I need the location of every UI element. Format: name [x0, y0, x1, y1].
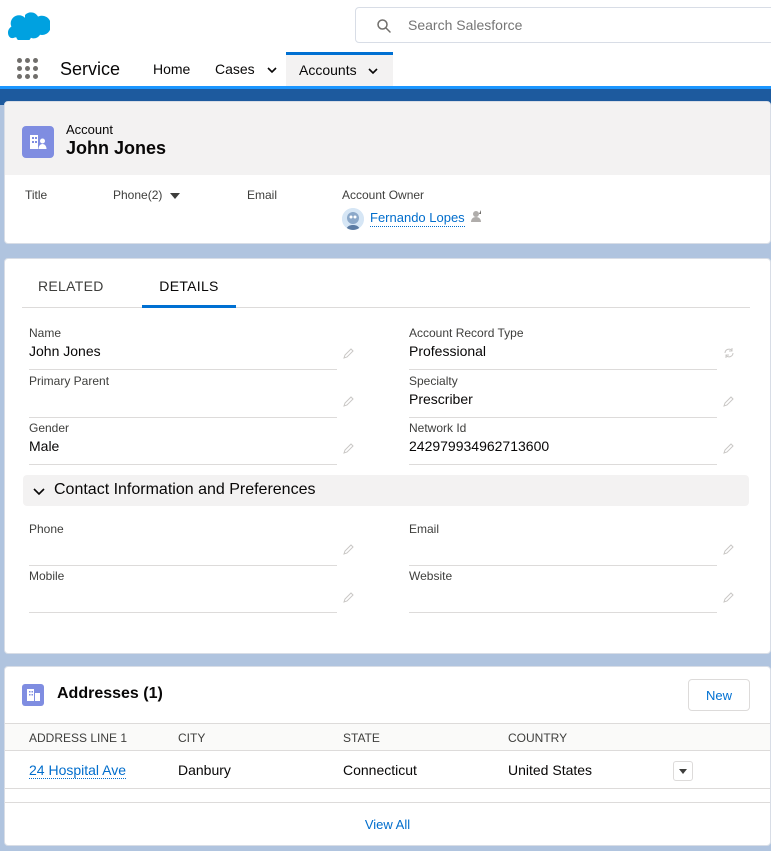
change-owner-icon[interactable]: [470, 209, 484, 223]
field-label: Primary Parent: [29, 374, 110, 388]
tab-related[interactable]: RELATED: [38, 271, 104, 308]
field-name: Name John Jones: [29, 326, 337, 370]
record-title: John Jones: [66, 138, 167, 158]
entity-label: Account: [66, 122, 113, 137]
view-all-footer: View All: [5, 802, 770, 846]
cell-state: Connecticut: [343, 762, 417, 778]
nav-item-home[interactable]: Home: [153, 52, 190, 86]
column-header-city[interactable]: CITY: [178, 731, 205, 745]
field-mobile: Mobile: [29, 569, 337, 613]
edit-pencil-icon[interactable]: [723, 442, 735, 454]
column-header-country[interactable]: COUNTRY: [508, 731, 567, 745]
caret-down-icon: [679, 769, 687, 774]
table-row: 24 Hospital Ave Danbury Connecticut Unit…: [5, 751, 770, 789]
cell-city: Danbury: [178, 762, 231, 778]
field-value: Male: [29, 438, 60, 454]
record-tabs: RELATED DETAILS: [22, 271, 750, 308]
edit-pencil-icon[interactable]: [343, 543, 355, 555]
global-search[interactable]: [355, 7, 771, 43]
chevron-down-icon[interactable]: [368, 66, 379, 76]
edit-pencil-icon[interactable]: [343, 347, 355, 359]
owner-link[interactable]: Fernando Lopes: [370, 210, 465, 227]
search-input[interactable]: [408, 8, 708, 42]
highlight-phone-label: Phone(2): [113, 188, 163, 202]
column-header-address[interactable]: ADDRESS LINE 1: [29, 731, 127, 745]
highlight-phone[interactable]: Phone(2): [113, 188, 180, 202]
field-email: Email: [409, 522, 717, 566]
refresh-icon[interactable]: [723, 347, 735, 359]
field-label: Email: [409, 522, 440, 536]
tab-details[interactable]: DETAILS: [142, 271, 236, 308]
table-header: ADDRESS LINE 1 CITY STATE COUNTRY: [5, 723, 770, 751]
field-label: Network Id: [409, 421, 467, 435]
nav-item-label: Home: [153, 61, 191, 77]
field-specialty: Specialty Prescriber: [409, 374, 717, 418]
row-actions-button[interactable]: [673, 761, 693, 781]
edit-pencil-icon[interactable]: [343, 442, 355, 454]
highlight-owner-label: Account Owner: [342, 188, 425, 202]
account-icon: [22, 126, 54, 158]
chevron-down-icon[interactable]: [267, 65, 277, 75]
field-label: Name: [29, 326, 62, 340]
edit-pencil-icon[interactable]: [343, 395, 355, 407]
app-name: Service: [60, 59, 121, 79]
nav-item-label: Accounts: [299, 62, 357, 78]
field-label: Website: [409, 569, 453, 583]
section-contact-info[interactable]: Contact Information and Preferences: [23, 475, 749, 506]
view-all-link[interactable]: View All: [5, 817, 770, 832]
edit-pencil-icon[interactable]: [723, 543, 735, 555]
field-label: Account Record Type: [409, 326, 524, 340]
edit-pencil-icon[interactable]: [723, 395, 735, 407]
chevron-down-icon[interactable]: [33, 485, 45, 497]
field-primary-parent: Primary Parent: [29, 374, 337, 418]
edit-pencil-icon[interactable]: [343, 591, 355, 603]
field-gender: Gender Male: [29, 421, 337, 465]
record-header: Account John Jones Title Phone(2) Email …: [4, 101, 771, 244]
search-icon: [377, 19, 391, 33]
field-value: John Jones: [29, 343, 101, 359]
address-link[interactable]: 24 Hospital Ave: [29, 762, 127, 779]
global-header: [0, 0, 771, 52]
nav-item-label: Cases: [215, 61, 255, 77]
caret-down-icon[interactable]: [169, 192, 180, 200]
owner-avatar: [342, 208, 364, 230]
field-phone: Phone: [29, 522, 337, 566]
field-label: Mobile: [29, 569, 65, 583]
app-launcher-icon[interactable]: [17, 58, 39, 80]
field-value: 242979934962713600: [409, 438, 550, 454]
addresses-related-list: Addresses (1) New ADDRESS LINE 1 CITY ST…: [4, 666, 771, 846]
field-value: Professional: [409, 343, 487, 359]
nav-item-cases[interactable]: Cases: [215, 52, 277, 86]
highlight-email-label: Email: [247, 188, 278, 202]
new-address-button[interactable]: New: [688, 679, 750, 711]
field-network-id: Network Id 242979934962713600: [409, 421, 717, 465]
cell-country: United States: [508, 762, 593, 778]
nav-item-accounts[interactable]: Accounts: [286, 52, 393, 86]
related-list-title[interactable]: Addresses (1): [57, 685, 163, 703]
field-label: Phone: [29, 522, 64, 536]
edit-pencil-icon[interactable]: [723, 591, 735, 603]
address-icon: [22, 684, 44, 706]
column-header-state[interactable]: STATE: [343, 731, 380, 745]
field-value: Prescriber: [409, 391, 473, 407]
highlight-title-label: Title: [25, 188, 48, 202]
section-title: Contact Information and Preferences: [54, 481, 316, 498]
salesforce-logo[interactable]: [8, 10, 50, 40]
details-card: RELATED DETAILS Name John Jones Primary …: [4, 258, 771, 654]
field-record-type: Account Record Type Professional: [409, 326, 717, 370]
field-label: Specialty: [409, 374, 458, 388]
field-label: Gender: [29, 421, 70, 435]
field-website: Website: [409, 569, 717, 613]
